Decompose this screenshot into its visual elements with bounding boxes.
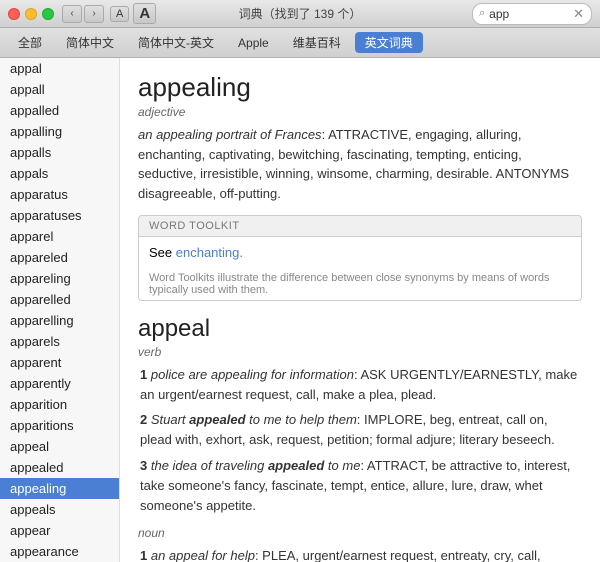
noun-sense1-example: an appeal for help xyxy=(151,548,255,562)
sense3-example: the idea of traveling appealed to me xyxy=(151,458,361,473)
sidebar-item-appalls[interactable]: appalls xyxy=(0,142,119,163)
tabbar: 全部 简体中文 简体中文-英文 Apple 维基百科 英文词典 xyxy=(0,28,600,58)
tab-wiki[interactable]: 维基百科 xyxy=(283,32,351,53)
close-button[interactable] xyxy=(8,8,20,20)
sidebar-item-apparelling[interactable]: apparelling xyxy=(0,310,119,331)
entry2-verb-sense-3: 3 the idea of traveling appealed to me: … xyxy=(138,456,582,516)
entry1-example: an appealing portrait of Frances xyxy=(138,127,322,142)
sidebar-item-appealing[interactable]: appealing xyxy=(0,478,119,499)
search-icon: ⌕ xyxy=(479,7,485,20)
entry2-pos: verb xyxy=(138,345,582,359)
maximize-button[interactable] xyxy=(42,8,54,20)
search-box: ⌕ ✕ xyxy=(472,3,592,25)
tab-simplified[interactable]: 简体中文 xyxy=(56,32,124,53)
minimize-button[interactable] xyxy=(25,8,37,20)
entry2-verb-sense-1: 1 police are appealing for information: … xyxy=(138,365,582,405)
window-title: 词典（找到了 139 个） xyxy=(239,5,362,22)
toolkit-footer: Word Toolkits illustrate the difference … xyxy=(139,268,581,300)
sense2-example: Stuart appealed to me to help them xyxy=(151,412,357,427)
tab-all[interactable]: 全部 xyxy=(8,32,52,53)
sidebar-item-appeal[interactable]: appeal xyxy=(0,436,119,457)
search-input[interactable] xyxy=(489,7,569,21)
sense1-num: 1 xyxy=(140,367,147,382)
sidebar-item-apparels[interactable]: apparels xyxy=(0,331,119,352)
content-area: appealing adjective an appealing portrai… xyxy=(120,58,600,562)
sidebar-item-appearance[interactable]: appearance xyxy=(0,541,119,562)
sidebar-item-apparently[interactable]: apparently xyxy=(0,373,119,394)
font-size-controls: A A xyxy=(110,3,156,24)
sidebar-item-appeals[interactable]: appeals xyxy=(0,499,119,520)
entry1-title: appealing xyxy=(138,72,582,103)
nav-buttons: ‹ › xyxy=(62,5,104,23)
entry2-title: appeal xyxy=(138,315,582,343)
entry2-verb-sense-2: 2 Stuart appealed to me to help them: IM… xyxy=(138,410,582,450)
word-toolkit-box: WORD TOOLKIT See enchanting. Word Toolki… xyxy=(138,215,582,301)
sidebar-item-apparelled[interactable]: apparelled xyxy=(0,289,119,310)
toolkit-link[interactable]: enchanting. xyxy=(176,245,243,260)
back-button[interactable]: ‹ xyxy=(62,5,82,23)
sidebar-item-appalled[interactable]: appalled xyxy=(0,100,119,121)
entry2-noun-pos: noun xyxy=(138,526,582,540)
main-area: appal appall appalled appalling appalls … xyxy=(0,58,600,562)
sidebar-item-apparel[interactable]: apparel xyxy=(0,226,119,247)
font-decrease-button[interactable]: A xyxy=(110,6,129,22)
sidebar-item-apparatus[interactable]: apparatus xyxy=(0,184,119,205)
forward-button[interactable]: › xyxy=(84,5,104,23)
sidebar-item-appal[interactable]: appal xyxy=(0,58,119,79)
sidebar-item-apparitions[interactable]: apparitions xyxy=(0,415,119,436)
sidebar-item-apparent[interactable]: apparent xyxy=(0,352,119,373)
sense3-num: 3 xyxy=(140,458,147,473)
sidebar-item-appareling[interactable]: appareling xyxy=(0,268,119,289)
traffic-lights xyxy=(8,8,54,20)
toolkit-header: WORD TOOLKIT xyxy=(139,216,581,237)
tab-simplified-en[interactable]: 简体中文-英文 xyxy=(128,32,224,53)
sense1-example: police are appealing for information xyxy=(151,367,354,382)
toolkit-content: See enchanting. xyxy=(139,237,581,268)
sidebar: appal appall appalled appalling appalls … xyxy=(0,58,120,562)
sense2-num: 2 xyxy=(140,412,147,427)
sidebar-item-appalling[interactable]: appalling xyxy=(0,121,119,142)
clear-icon[interactable]: ✕ xyxy=(573,6,584,22)
font-increase-button[interactable]: A xyxy=(133,3,156,24)
sidebar-item-appear[interactable]: appear xyxy=(0,520,119,541)
titlebar: ‹ › A A 词典（找到了 139 个） ⌕ ✕ xyxy=(0,0,600,28)
sidebar-item-appals[interactable]: appals xyxy=(0,163,119,184)
noun-sense1-num: 1 xyxy=(140,548,147,562)
entry1-definition: an appealing portrait of Frances: ATTRAC… xyxy=(138,125,582,203)
tab-apple[interactable]: Apple xyxy=(228,34,279,52)
sidebar-item-apparition[interactable]: apparition xyxy=(0,394,119,415)
sidebar-item-appareled[interactable]: appareled xyxy=(0,247,119,268)
sidebar-item-appealed[interactable]: appealed xyxy=(0,457,119,478)
entry1-pos: adjective xyxy=(138,105,582,119)
tab-english[interactable]: 英文词典 xyxy=(355,32,423,53)
sidebar-item-apparatuses[interactable]: apparatuses xyxy=(0,205,119,226)
entry2-noun-sense-1: 1 an appeal for help: PLEA, urgent/earne… xyxy=(138,546,582,562)
sidebar-item-appall[interactable]: appall xyxy=(0,79,119,100)
entry2-noun-section: noun 1 an appeal for help: PLEA, urgent/… xyxy=(138,526,582,562)
